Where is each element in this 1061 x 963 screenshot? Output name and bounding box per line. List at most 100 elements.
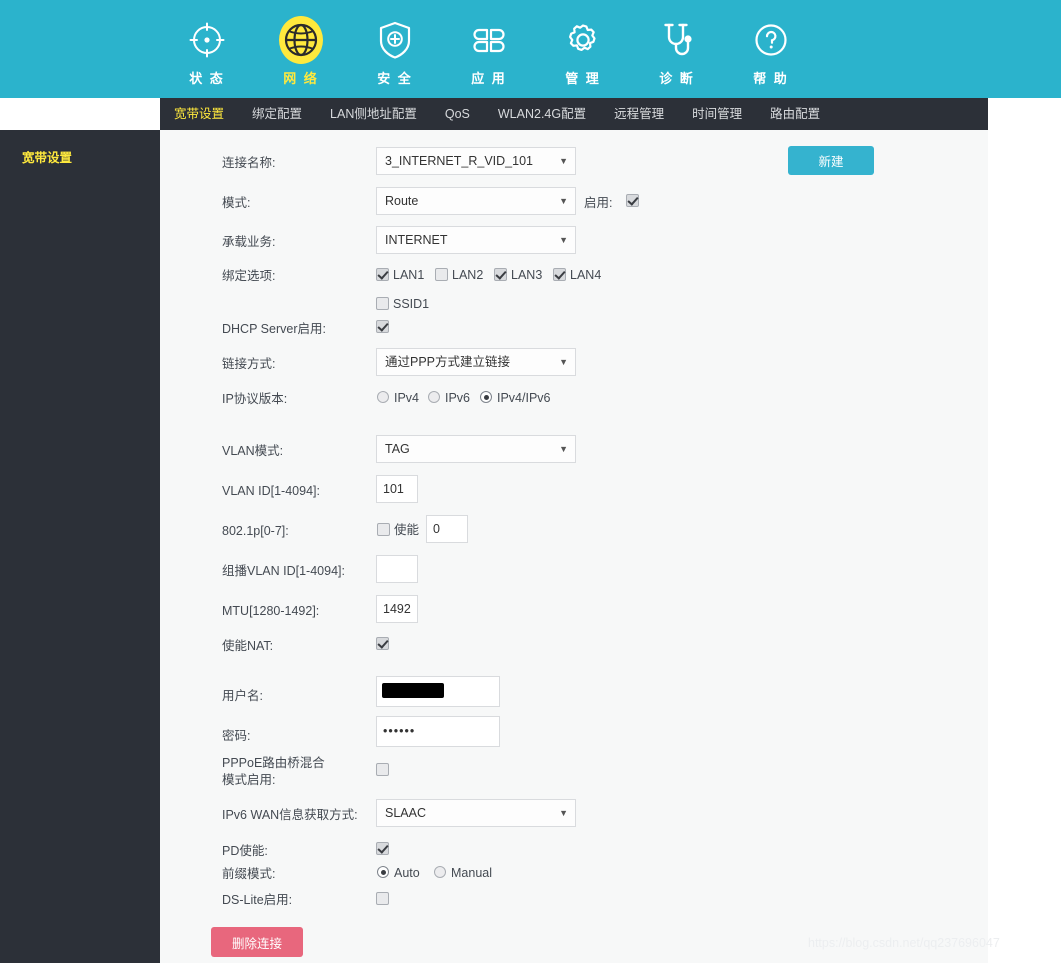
dot1p-enable-checkbox[interactable] — [377, 523, 390, 536]
ipv6-wan-select[interactable]: SLAAC ▼ — [376, 799, 576, 827]
binding-checkbox-lan1[interactable] — [376, 268, 389, 281]
topnav-label: 安 全 — [377, 71, 413, 86]
ip-version-label-ipv4: IPv4 — [394, 391, 420, 405]
vlan-mode-label: VLAN模式: — [222, 444, 284, 458]
binding-checkbox-ssid1[interactable] — [376, 297, 389, 310]
topnav-label: 网 络 — [283, 71, 319, 86]
pppoe-mixed-checkbox[interactable] — [376, 763, 389, 776]
binding-checkbox-lan2[interactable] — [435, 268, 448, 281]
mode-value: Route — [385, 194, 419, 208]
ip-version-label: IP协议版本: — [222, 392, 288, 406]
nat-checkbox[interactable] — [376, 637, 389, 650]
multicast-vlan-id-label: 组播VLAN ID[1-4094]: — [222, 564, 345, 578]
question-circle-icon — [745, 14, 797, 66]
chevron-down-icon: ▼ — [559, 444, 568, 454]
pd-enable-checkbox[interactable] — [376, 842, 389, 855]
password-label: 密码: — [222, 729, 251, 743]
enable-label: 启用: — [584, 196, 613, 210]
new-button[interactable]: 新建 — [788, 146, 874, 175]
ip-version-radio-ipv6[interactable] — [428, 391, 440, 403]
username-input[interactable] — [376, 676, 500, 707]
topnav-item-status[interactable]: 状 态 — [160, 14, 254, 87]
prefix-mode-label-manual: Manual — [451, 866, 492, 880]
mtu-label: MTU[1280-1492]: — [222, 604, 320, 618]
dot1p-label: 802.1p[0-7]: — [222, 524, 289, 538]
apps-grid-icon — [463, 14, 515, 66]
shield-plus-icon — [369, 14, 421, 66]
enable-checkbox[interactable] — [626, 194, 639, 207]
dhcp-server-label: DHCP Server启用: — [222, 322, 326, 336]
prefix-mode-radio-auto[interactable] — [377, 866, 389, 878]
dhcp-server-checkbox[interactable] — [376, 320, 389, 333]
connection-name-label: 连接名称: — [222, 156, 276, 170]
binding-label-lan2: LAN2 — [452, 268, 484, 282]
vlan-mode-value: TAG — [385, 442, 410, 456]
mtu-input[interactable]: 1492 — [376, 595, 418, 623]
topnav-item-network[interactable]: 网 络 — [254, 14, 348, 87]
topnav-label: 应 用 — [471, 71, 507, 86]
topnav-item-security[interactable]: 安 全 — [348, 14, 442, 87]
pd-enable-label: PD使能: — [222, 844, 268, 858]
vlan-mode-select[interactable]: TAG ▼ — [376, 435, 576, 463]
chevron-down-icon: ▼ — [559, 156, 568, 166]
link-mode-value: 通过PPP方式建立链接 — [385, 355, 511, 369]
sub-nav: 宽带设置 绑定配置 LAN侧地址配置 QoS WLAN2.4G配置 远程管理 时… — [160, 98, 988, 130]
ip-version-label-ipv6: IPv6 — [445, 391, 471, 405]
pppoe-mixed-label: PPPoE路由桥混合模式启用: — [222, 756, 325, 787]
globe-icon — [275, 14, 327, 66]
subnav-item-binding-config[interactable]: 绑定配置 — [238, 98, 316, 130]
left-sidebar: 宽带设置 — [0, 130, 160, 963]
topnav-item-diagnostics[interactable]: 诊 断 — [630, 14, 724, 87]
chevron-down-icon: ▼ — [559, 357, 568, 367]
ip-version-radio-ipv4-ipv6[interactable] — [480, 391, 492, 403]
subnav-item-qos[interactable]: QoS — [431, 98, 484, 130]
main-content: 连接名称: 3_INTERNET_R_VID_101 ▼ 新建 模式: Rout… — [160, 130, 988, 963]
binding-label: 绑定选项: — [222, 269, 276, 283]
binding-label-ssid1: SSID1 — [393, 297, 430, 311]
topnav-item-help[interactable]: 帮 助 — [724, 14, 818, 87]
prefix-mode-label: 前缀模式: — [222, 867, 276, 881]
binding-checkbox-lan3[interactable] — [494, 268, 507, 281]
subnav-item-time-management[interactable]: 时间管理 — [678, 98, 756, 130]
dot1p-input[interactable]: 0 — [426, 515, 468, 543]
binding-checkbox-lan4[interactable] — [553, 268, 566, 281]
stethoscope-icon — [651, 14, 703, 66]
watermark-text: https://blog.csdn.net/qq237696047 — [808, 936, 1000, 950]
vlan-id-label: VLAN ID[1-4094]: — [222, 484, 320, 498]
connection-name-select[interactable]: 3_INTERNET_R_VID_101 ▼ — [376, 147, 576, 175]
dslite-checkbox[interactable] — [376, 892, 389, 905]
subnav-item-remote-management[interactable]: 远程管理 — [600, 98, 678, 130]
nat-label: 使能NAT: — [222, 639, 274, 653]
username-label: 用户名: — [222, 689, 263, 703]
link-mode-label: 链接方式: — [222, 357, 276, 371]
service-select[interactable]: INTERNET ▼ — [376, 226, 576, 254]
ipv6-wan-value: SLAAC — [385, 806, 426, 820]
prefix-mode-label-auto: Auto — [394, 866, 420, 880]
subnav-item-wlan24g-config[interactable]: WLAN2.4G配置 — [484, 98, 600, 130]
prefix-mode-radio-manual[interactable] — [434, 866, 446, 878]
top-nav: 状 态 网 络 安 全 应 用 管 理 诊 断 帮 助 — [160, 0, 988, 98]
password-input[interactable]: •••••• — [376, 716, 500, 747]
binding-label-lan3: LAN3 — [511, 268, 543, 282]
topnav-label: 状 态 — [189, 71, 225, 86]
subnav-item-broadband-settings[interactable]: 宽带设置 — [160, 98, 238, 130]
delete-connection-button[interactable]: 删除连接 — [211, 927, 303, 957]
vlan-id-input[interactable]: 101 — [376, 475, 418, 503]
ip-version-radio-ipv4[interactable] — [377, 391, 389, 403]
ip-version-label-ipv4-ipv6: IPv4/IPv6 — [497, 391, 551, 405]
multicast-vlan-id-input[interactable] — [376, 555, 418, 583]
topnav-label: 帮 助 — [753, 71, 789, 86]
link-mode-select[interactable]: 通过PPP方式建立链接 ▼ — [376, 348, 576, 376]
service-label: 承载业务: — [222, 235, 276, 249]
subnav-item-route-config[interactable]: 路由配置 — [756, 98, 834, 130]
mode-select[interactable]: Route ▼ — [376, 187, 576, 215]
topnav-item-apps[interactable]: 应 用 — [442, 14, 536, 87]
topnav-item-management[interactable]: 管 理 — [536, 14, 630, 87]
ipv6-wan-label: IPv6 WAN信息获取方式: — [222, 808, 358, 822]
gear-icon — [557, 14, 609, 66]
service-value: INTERNET — [385, 233, 448, 247]
topnav-label: 管 理 — [565, 71, 601, 86]
chevron-down-icon: ▼ — [559, 235, 568, 245]
subnav-item-lan-address-config[interactable]: LAN侧地址配置 — [316, 98, 431, 130]
sidebar-item-broadband-settings[interactable]: 宽带设置 — [22, 147, 72, 166]
